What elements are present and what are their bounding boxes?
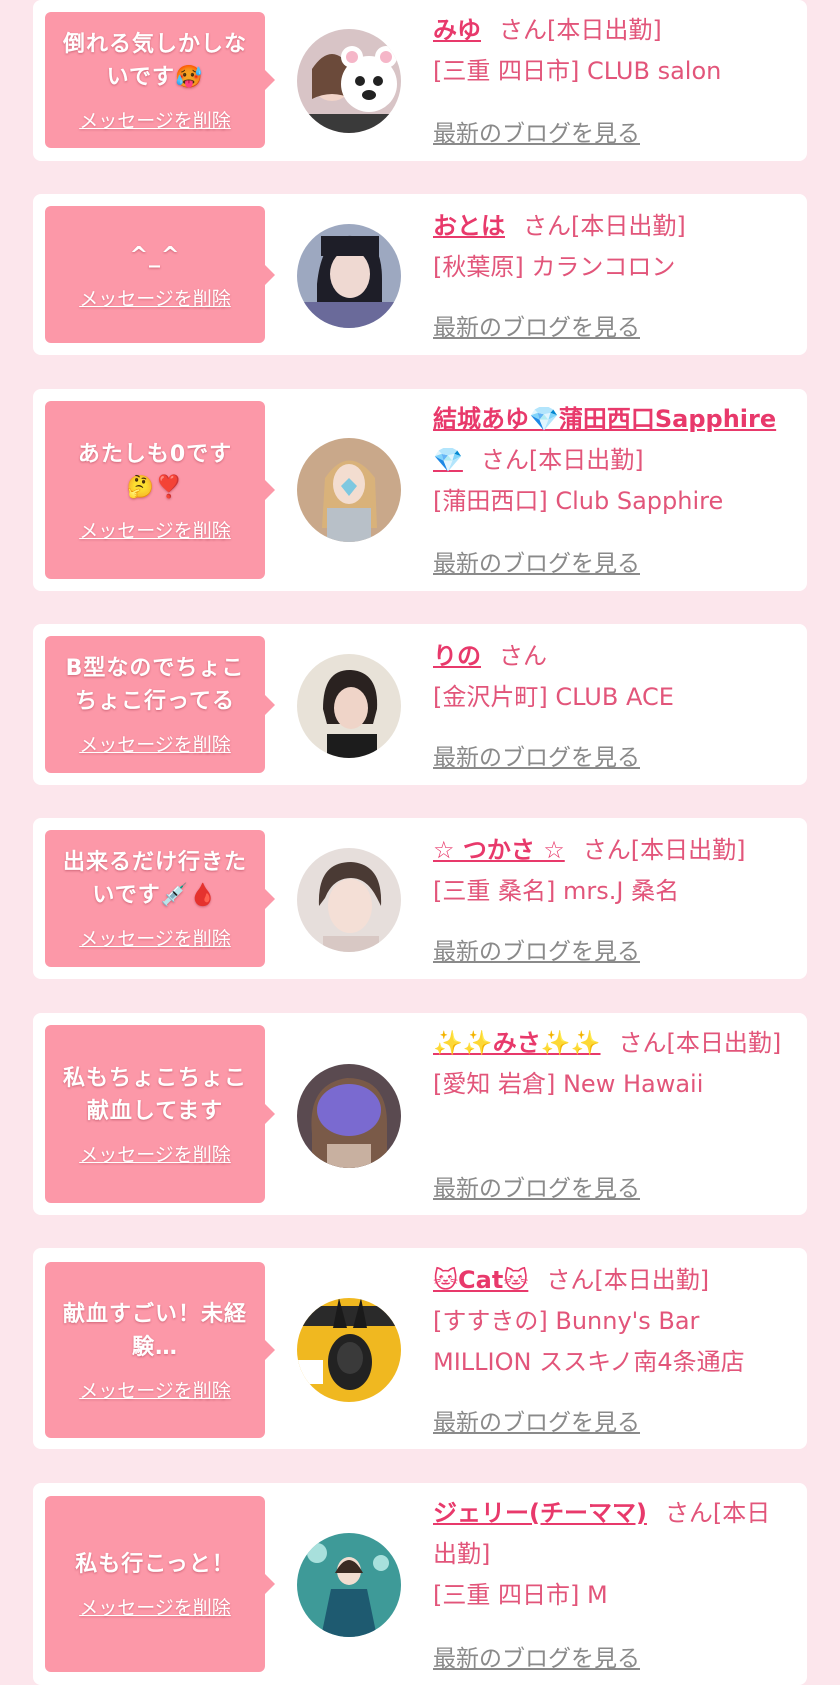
latest-blog-link[interactable]: 最新のブログを見る (433, 308, 640, 342)
latest-blog-link[interactable]: 最新のブログを見る (433, 1639, 640, 1673)
shop-info: [愛知 岩倉] New Hawaii (433, 1070, 704, 1098)
cast-name-link[interactable]: おとは (433, 212, 505, 240)
delete-message-link[interactable]: メッセージを削除 (79, 1376, 231, 1403)
attendance-status: さん[本日出勤] (523, 212, 686, 240)
attendance-status: さん[本日出勤] (618, 1029, 782, 1057)
avatar[interactable] (297, 848, 401, 952)
message-text: 私もちょこちょこ献血してます (62, 1065, 247, 1124)
message-card: 私もちょこちょこ献血してます メッセージを削除 ✨✨みさ✨✨ さん[本日出勤] [… (33, 1013, 807, 1215)
message-text: 出来るだけ行きたいです💉🩸 (62, 850, 247, 908)
message-bubble: ^_^ メッセージを削除 (45, 206, 275, 343)
cast-name-link[interactable]: りの (433, 642, 481, 670)
latest-blog-link[interactable]: 最新のブログを見る (433, 544, 640, 578)
attendance-status: さん (499, 642, 547, 670)
delete-message-link[interactable]: メッセージを削除 (79, 924, 231, 951)
message-card: B型なのでちょこちょこ行ってる メッセージを削除 りの さん [金沢片町] CLU… (33, 624, 807, 785)
latest-blog-link[interactable]: 最新のブログを見る (433, 1403, 640, 1437)
message-bubble: 出来るだけ行きたいです💉🩸 メッセージを削除 (45, 830, 275, 967)
shop-info: [金沢片町] CLUB ACE (433, 683, 674, 711)
avatar[interactable] (297, 1064, 401, 1168)
attendance-status: さん[本日出勤] (499, 16, 662, 44)
message-text: あたしも0です🤔❣️ (77, 441, 233, 500)
cast-info: みゆ さん[本日出勤] [三重 四日市] CLUB salon (433, 10, 785, 92)
message-card: 倒れる気しかしないです🥵 メッセージを削除 みゆ さん[本日出勤] [三重 四日市… (33, 0, 807, 161)
shop-info: [三重 四日市] M (433, 1581, 608, 1609)
shop-info: [秋葉原] カランコロン (433, 253, 676, 281)
latest-blog-link[interactable]: 最新のブログを見る (433, 1169, 640, 1203)
shop-info: [三重 四日市] CLUB salon (433, 57, 722, 85)
delete-message-link[interactable]: メッセージを削除 (79, 1593, 231, 1620)
delete-message-link[interactable]: メッセージを削除 (79, 730, 231, 757)
cast-info: ジェリー(チーママ) さん[本日出勤] [三重 四日市] M (433, 1493, 785, 1616)
avatar[interactable] (297, 438, 401, 542)
message-text: 献血すごい！未経験… (62, 1301, 247, 1360)
message-text: ^_^ (129, 242, 181, 268)
message-text: B型なのでちょこちょこ行ってる (65, 656, 245, 714)
cast-info: ☆ つかさ ☆ さん[本日出勤] [三重 桑名] mrs.J 桑名 (433, 830, 785, 912)
avatar[interactable] (297, 654, 401, 758)
cast-info: 結城あゆ💎蒲田西口Sapphire💎 さん[本日出勤] [蒲田西口] Club S… (433, 399, 785, 522)
cast-info: ✨✨みさ✨✨ さん[本日出勤] [愛知 岩倉] New Hawaii (433, 1023, 785, 1105)
cast-name-link[interactable]: 🐱Cat🐱 (433, 1266, 528, 1294)
message-card: 献血すごい！未経験… メッセージを削除 🐱Cat🐱 さん[本日出勤] [すすきの]… (33, 1248, 807, 1449)
shop-info: [蒲田西口] Club Sapphire (433, 487, 724, 515)
message-bubble: 倒れる気しかしないです🥵 メッセージを削除 (45, 12, 275, 148)
attendance-status: さん[本日出勤] (582, 836, 746, 864)
delete-message-link[interactable]: メッセージを削除 (79, 106, 231, 133)
message-card: あたしも0です🤔❣️ メッセージを削除 結城あゆ💎蒲田西口Sapphire💎 さん… (33, 389, 807, 591)
delete-message-link[interactable]: メッセージを削除 (79, 516, 231, 543)
message-bubble: 献血すごい！未経験… メッセージを削除 (45, 1262, 275, 1438)
latest-blog-link[interactable]: 最新のブログを見る (433, 932, 640, 966)
shop-info: [すすきの] Bunny's Bar MILLION ススキノ南4条通店 (433, 1307, 745, 1376)
avatar[interactable] (297, 1298, 401, 1402)
message-text: 私も行こっと！ (75, 1552, 235, 1577)
delete-message-link[interactable]: メッセージを削除 (79, 284, 231, 311)
cast-info: りの さん [金沢片町] CLUB ACE (433, 636, 785, 718)
avatar[interactable] (297, 1533, 401, 1637)
attendance-status: さん[本日出勤] (480, 446, 644, 474)
message-card: ^_^ メッセージを削除 おとは さん[本日出勤] [秋葉原] カランコロン 最新… (33, 194, 807, 355)
cast-name-link[interactable]: ☆ つかさ ☆ (433, 836, 565, 864)
message-card: 私も行こっと！ メッセージを削除 ジェリー(チーママ) さん[本日出勤] [三重 … (33, 1483, 807, 1685)
delete-message-link[interactable]: メッセージを削除 (79, 1140, 231, 1167)
latest-blog-link[interactable]: 最新のブログを見る (433, 738, 640, 772)
latest-blog-link[interactable]: 最新のブログを見る (433, 114, 640, 148)
message-text: 倒れる気しかしないです🥵 (62, 31, 247, 90)
cast-name-link[interactable]: みゆ (433, 16, 481, 44)
cast-name-link[interactable]: ✨✨みさ✨✨ (433, 1029, 601, 1057)
message-bubble: 私も行こっと！ メッセージを削除 (45, 1496, 275, 1672)
avatar[interactable] (297, 29, 401, 133)
message-bubble: B型なのでちょこちょこ行ってる メッセージを削除 (45, 636, 275, 773)
cast-info: 🐱Cat🐱 さん[本日出勤] [すすきの] Bunny's Bar MILLION… (433, 1260, 785, 1383)
attendance-status: さん[本日出勤] (546, 1266, 710, 1294)
message-bubble: あたしも0です🤔❣️ メッセージを削除 (45, 401, 275, 579)
cast-name-link[interactable]: ジェリー(チーママ) (433, 1499, 647, 1527)
message-bubble: 私もちょこちょこ献血してます メッセージを削除 (45, 1025, 275, 1203)
message-card: 出来るだけ行きたいです💉🩸 メッセージを削除 ☆ つかさ ☆ さん[本日出勤] [… (33, 818, 807, 979)
avatar[interactable] (297, 224, 401, 328)
shop-info: [三重 桑名] mrs.J 桑名 (433, 877, 680, 905)
cast-info: おとは さん[本日出勤] [秋葉原] カランコロン (433, 206, 785, 288)
